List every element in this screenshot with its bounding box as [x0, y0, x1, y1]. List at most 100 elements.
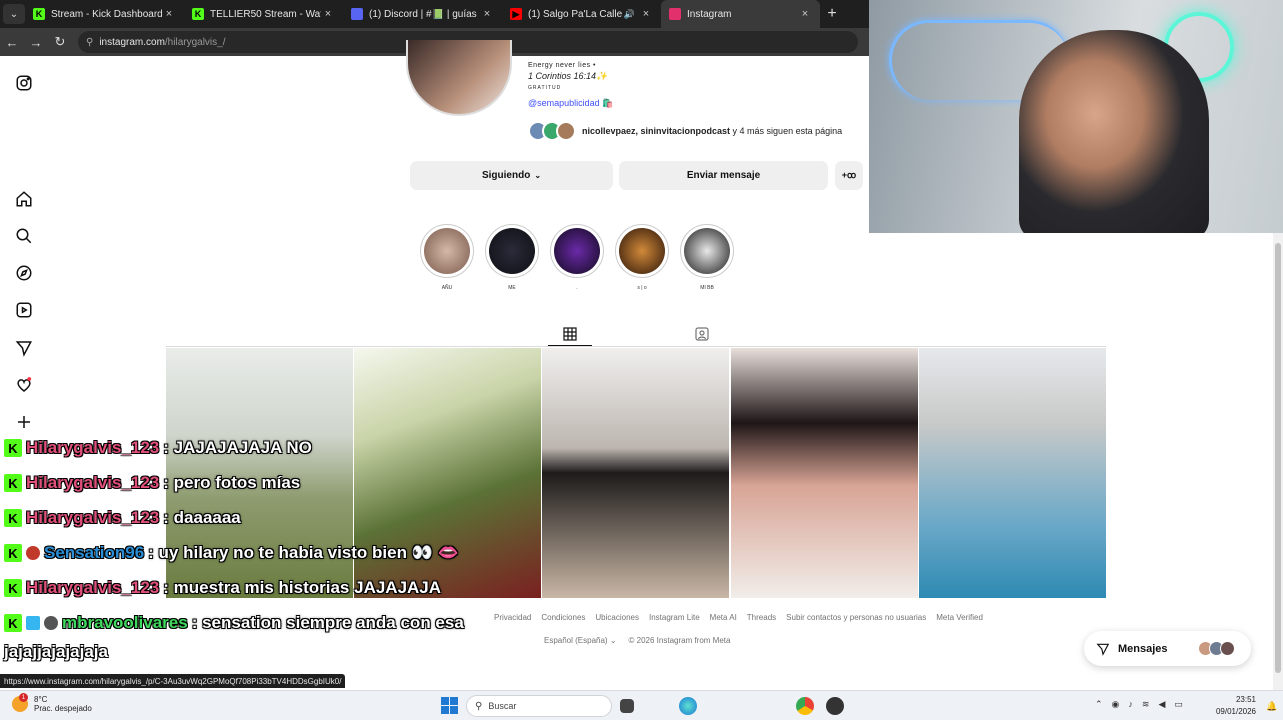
footer-link[interactable]: Condiciones: [541, 613, 585, 622]
tab-audio-icon[interactable]: 🔊: [624, 9, 635, 20]
tab-favicon-icon: K: [192, 8, 204, 20]
tray-app-icon[interactable]: ◉: [1112, 699, 1120, 710]
tabs-divider: [166, 346, 1106, 347]
instagram-logo-icon[interactable]: [14, 73, 34, 93]
footer-link[interactable]: Ubicaciones: [595, 613, 639, 622]
story-highlight[interactable]: [485, 224, 539, 278]
windows-start-icon[interactable]: [441, 697, 458, 714]
chrome-icon[interactable]: [796, 697, 814, 715]
bio-link[interactable]: @semapublicidad 🛍️: [528, 98, 613, 109]
wifi-icon[interactable]: ≋: [1142, 699, 1150, 710]
weather-temp: 8°C: [34, 695, 48, 704]
footer-link[interactable]: Meta AI: [710, 613, 737, 622]
chat-text: : muestra mis historias JAJAJAJA: [163, 578, 442, 597]
story-highlight[interactable]: [680, 224, 734, 278]
highlight-label: MI BB: [700, 285, 714, 291]
footer-bottom: Español (España) ⌄ © 2026 Instagram from…: [544, 636, 730, 645]
highlight-label: ME: [508, 285, 516, 291]
tab-close-icon[interactable]: ×: [798, 8, 812, 20]
browser-tab[interactable]: (1) Discord | #📗 | guías | KICK×: [343, 0, 502, 28]
search-icon[interactable]: [14, 226, 34, 246]
page-scrollbar[interactable]: [1273, 233, 1283, 690]
chat-message: K Hilarygalvis_123: muestra mis historias…: [4, 578, 441, 598]
tab-close-icon[interactable]: ×: [162, 8, 176, 20]
following-label: Siguiendo: [481, 170, 531, 181]
highlight-cover: [619, 228, 665, 274]
tab-favicon-icon: [351, 8, 363, 20]
language-select[interactable]: Español (España) ⌄: [544, 636, 617, 645]
post-thumbnail[interactable]: [542, 348, 729, 598]
explore-icon[interactable]: [14, 263, 34, 283]
edge-icon[interactable]: [679, 697, 697, 715]
chat-username[interactable]: Hilarygalvis_123: [26, 508, 159, 528]
taskbar-search[interactable]: ⚲ Buscar: [466, 695, 612, 717]
home-icon[interactable]: [14, 189, 34, 209]
kick-badge-icon: K: [4, 474, 22, 492]
tab-title: TELLIER50 Stream - Watch Live: [210, 8, 321, 20]
story-highlight[interactable]: [420, 224, 474, 278]
send-message-button[interactable]: Enviar mensaje: [619, 161, 828, 190]
tab-tagged[interactable]: [690, 322, 714, 346]
browser-tab[interactable]: K TELLIER50 Stream - Watch Live×: [184, 0, 343, 28]
footer-link[interactable]: Subir contactos y personas no usuarias: [786, 613, 926, 622]
reels-icon[interactable]: [14, 300, 34, 320]
microphone-icon[interactable]: ♪: [1128, 699, 1133, 710]
chat-username[interactable]: mbravoolivares: [62, 613, 188, 633]
site-info-icon[interactable]: ⚲: [86, 37, 93, 48]
chat-badge-icon: [44, 616, 58, 630]
tab-posts[interactable]: [548, 322, 592, 346]
messages-icon[interactable]: [14, 338, 34, 358]
story-highlight[interactable]: [550, 224, 604, 278]
messages-button[interactable]: Mensajes: [1084, 631, 1251, 666]
task-view-icon[interactable]: [620, 699, 634, 713]
tab-title: Instagram: [687, 8, 732, 20]
tab-search-button[interactable]: ⌄: [3, 4, 25, 24]
followed-by-names: nicollevpaez, sininvitacionpodcast: [582, 126, 731, 136]
new-tab-button[interactable]: +: [820, 5, 844, 23]
browser-tab[interactable]: K Stream - Kick Dashboard ×: [25, 0, 184, 28]
post-thumbnail[interactable]: [919, 348, 1106, 598]
browser-tab-bar: ⌄ K Stream - Kick Dashboard × K TELLIER50 St…: [0, 0, 869, 28]
notification-bell-icon[interactable]: 🔔: [1266, 701, 1277, 712]
post-thumbnail[interactable]: [731, 348, 918, 598]
message-avatar: [1219, 641, 1235, 656]
footer-link[interactable]: Instagram Lite: [649, 613, 700, 622]
bio-line-3: GRATITUD: [528, 85, 562, 91]
back-icon[interactable]: ←: [0, 35, 24, 50]
footer-link[interactable]: Meta Verified: [936, 613, 983, 622]
weather-desc: Prac. despejado: [34, 704, 92, 713]
create-plus-icon[interactable]: [14, 412, 34, 432]
chat-username[interactable]: Hilarygalvis_123: [26, 438, 159, 458]
browser-tab[interactable]: Instagram ×: [661, 0, 820, 28]
weather-widget[interactable]: 1 8°C Prac. despejado: [12, 693, 92, 713]
clock[interactable]: 23:51 09/01/2026: [1212, 694, 1256, 718]
highlight-label: s | o: [637, 285, 647, 291]
notifications-heart-icon[interactable]: [14, 375, 34, 395]
footer-links: Privacidad Condiciones Ubicaciones Instagra…: [494, 613, 983, 622]
reload-icon[interactable]: ↻: [48, 34, 72, 50]
obs-icon[interactable]: [826, 697, 844, 715]
highlight-cover: [489, 228, 535, 274]
story-highlight[interactable]: [615, 224, 669, 278]
footer-link[interactable]: Threads: [747, 613, 776, 622]
clock-time: 23:51: [1235, 695, 1256, 704]
scrollbar-thumb[interactable]: [1275, 243, 1281, 673]
forward-icon[interactable]: →: [24, 35, 48, 50]
battery-icon[interactable]: ▭: [1174, 699, 1183, 710]
browser-tab[interactable]: ▶ (1) Salgo Pa'La Calle - Regg🔊 ×: [502, 0, 661, 28]
tab-close-icon[interactable]: ×: [480, 8, 494, 20]
tab-close-icon[interactable]: ×: [321, 8, 335, 20]
footer-link[interactable]: Privacidad: [494, 613, 531, 622]
chat-username[interactable]: Hilarygalvis_123: [26, 473, 159, 493]
chat-username[interactable]: Sensation96: [44, 543, 144, 563]
volume-icon[interactable]: ◀: [1158, 699, 1165, 710]
suggested-users-button[interactable]: +ꝏ: [835, 161, 863, 190]
followed-by[interactable]: nicollevpaez, sininvitacionpodcast y 4 m…: [528, 121, 842, 141]
chat-username[interactable]: Hilarygalvis_123: [26, 578, 159, 598]
screen: ⌄ K Stream - Kick Dashboard × K TELLIER50 St…: [0, 0, 1283, 720]
profile-avatar[interactable]: [406, 40, 512, 116]
tab-close-icon[interactable]: ×: [639, 8, 653, 20]
chat-badge-icon: [26, 546, 40, 560]
following-button[interactable]: Siguiendo ⌄: [410, 161, 613, 190]
chevron-up-icon[interactable]: ⌃: [1095, 699, 1103, 710]
